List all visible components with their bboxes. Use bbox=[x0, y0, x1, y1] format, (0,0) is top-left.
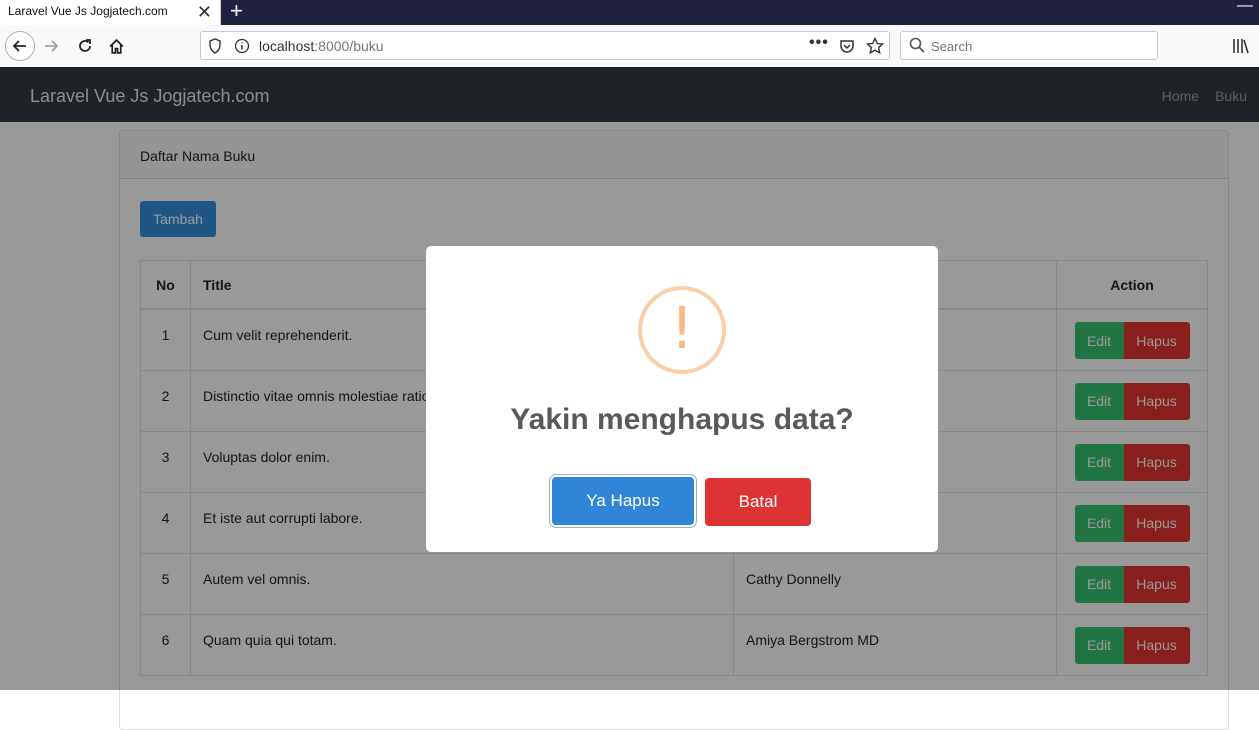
close-tab-icon[interactable]: ✕ bbox=[197, 1, 212, 23]
warning-icon: ! bbox=[638, 286, 726, 374]
shield-icon[interactable] bbox=[208, 38, 222, 57]
url-bar[interactable]: localhost:8000/buku ••• bbox=[200, 31, 890, 60]
tab-title: Laravel Vue Js Jogjatech.com bbox=[8, 4, 168, 18]
arrow-right-icon bbox=[45, 40, 59, 52]
minimize-icon[interactable]: — bbox=[1237, 0, 1253, 15]
home-button[interactable] bbox=[103, 33, 129, 59]
reload-icon bbox=[79, 39, 91, 52]
forward-button[interactable] bbox=[38, 33, 64, 59]
back-button[interactable] bbox=[5, 31, 35, 61]
url-path: :8000/buku bbox=[314, 38, 384, 54]
confirm-delete-dialog: ! Yakin menghapus data? Ya Hapus Batal bbox=[426, 246, 938, 552]
search-icon bbox=[909, 37, 925, 56]
search-bar[interactable]: Search bbox=[900, 31, 1158, 60]
library-icon[interactable] bbox=[1232, 38, 1250, 57]
more-actions-icon[interactable]: ••• bbox=[809, 34, 829, 52]
bookmark-star-icon[interactable] bbox=[865, 36, 885, 58]
url-text[interactable]: localhost:8000/buku bbox=[259, 38, 384, 54]
dialog-title: Yakin menghapus data? bbox=[510, 403, 854, 436]
arrow-left-icon bbox=[12, 40, 26, 52]
url-host: localhost bbox=[259, 38, 315, 54]
new-tab-icon[interactable]: + bbox=[230, 0, 243, 24]
reload-button[interactable] bbox=[72, 33, 98, 59]
browser-tab-bar: Laravel Vue Js Jogjatech.com ✕ + — bbox=[0, 0, 1259, 25]
info-icon[interactable] bbox=[234, 38, 250, 57]
home-icon bbox=[109, 38, 123, 54]
exclamation-icon: ! bbox=[670, 294, 694, 362]
browser-tab[interactable]: Laravel Vue Js Jogjatech.com ✕ bbox=[0, 0, 221, 25]
confirm-delete-button[interactable]: Ya Hapus bbox=[552, 477, 694, 525]
browser-toolbar: localhost:8000/buku ••• Search bbox=[0, 25, 1259, 68]
pocket-icon[interactable] bbox=[839, 38, 855, 57]
search-input[interactable]: Search bbox=[931, 39, 972, 54]
cancel-button[interactable]: Batal bbox=[705, 478, 811, 526]
